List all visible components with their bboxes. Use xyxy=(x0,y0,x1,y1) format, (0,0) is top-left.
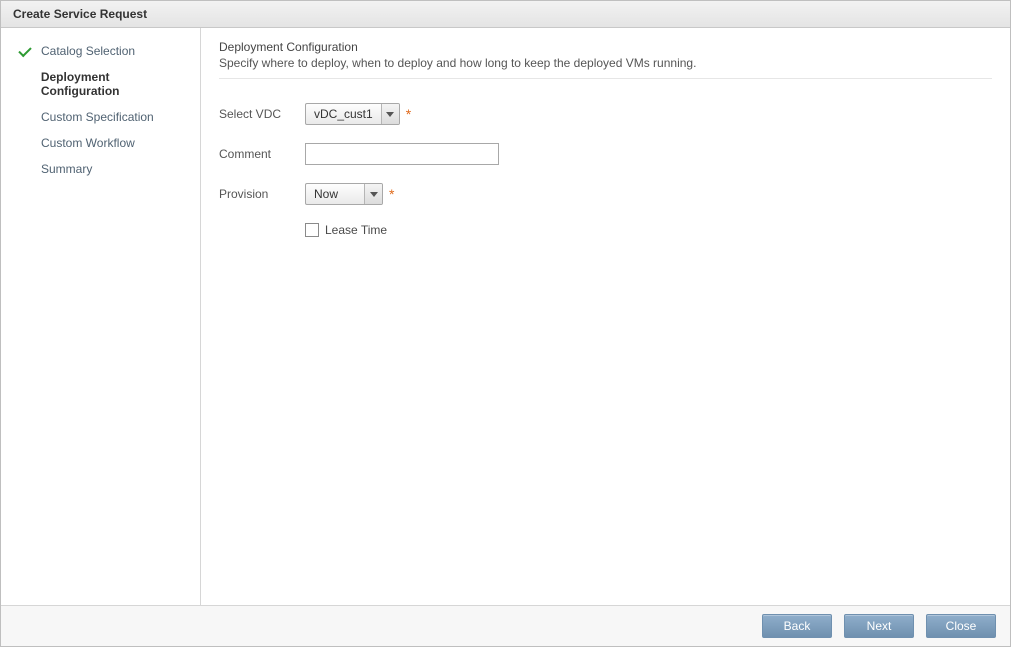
page-subtitle: Specify where to deploy, when to deploy … xyxy=(219,56,992,70)
step-label: Custom Workflow xyxy=(41,136,135,150)
step-label: Deployment Configuration xyxy=(41,70,190,98)
select-vdc-dropdown[interactable]: vDC_cust1 xyxy=(305,103,400,125)
dialog-footer: Back Next Close xyxy=(1,605,1010,646)
select-vdc-value: vDC_cust1 xyxy=(306,104,381,124)
dialog-title: Create Service Request xyxy=(1,1,1010,28)
label-select-vdc: Select VDC xyxy=(219,107,305,121)
step-deployment-configuration[interactable]: Deployment Configuration xyxy=(1,64,200,104)
row-provision: Provision Now * xyxy=(219,183,992,205)
main-panel: Deployment Configuration Specify where t… xyxy=(201,28,1010,605)
step-label: Summary xyxy=(41,162,92,176)
page-header: Deployment Configuration Specify where t… xyxy=(219,40,992,79)
step-custom-workflow[interactable]: Custom Workflow xyxy=(1,130,200,156)
label-lease-time: Lease Time xyxy=(325,223,387,237)
label-provision: Provision xyxy=(219,187,305,201)
lease-time-checkbox[interactable] xyxy=(305,223,319,237)
step-summary[interactable]: Summary xyxy=(1,156,200,182)
required-icon: * xyxy=(389,187,394,201)
required-icon: * xyxy=(406,107,411,121)
provision-dropdown[interactable]: Now xyxy=(305,183,383,205)
next-button[interactable]: Next xyxy=(844,614,914,638)
wizard-steps-sidebar: Catalog Selection Deployment Configurati… xyxy=(1,28,201,605)
step-label: Custom Specification xyxy=(41,110,154,124)
dialog-body: Catalog Selection Deployment Configurati… xyxy=(1,28,1010,605)
chevron-down-icon xyxy=(364,184,382,204)
step-custom-specification[interactable]: Custom Specification xyxy=(1,104,200,130)
label-comment: Comment xyxy=(219,147,305,161)
row-comment: Comment xyxy=(219,143,992,165)
page-title: Deployment Configuration xyxy=(219,40,992,54)
check-icon xyxy=(19,78,35,90)
row-lease-time: Lease Time xyxy=(305,223,992,237)
row-select-vdc: Select VDC vDC_cust1 * xyxy=(219,103,992,125)
check-icon xyxy=(19,137,35,149)
close-button[interactable]: Close xyxy=(926,614,996,638)
check-icon xyxy=(19,111,35,123)
check-icon xyxy=(19,163,35,175)
step-catalog-selection[interactable]: Catalog Selection xyxy=(1,38,200,64)
provision-value: Now xyxy=(306,184,364,204)
check-icon xyxy=(19,45,35,57)
create-service-request-dialog: Create Service Request Catalog Selection… xyxy=(0,0,1011,647)
chevron-down-icon xyxy=(381,104,399,124)
back-button[interactable]: Back xyxy=(762,614,832,638)
comment-input[interactable] xyxy=(305,143,499,165)
step-label: Catalog Selection xyxy=(41,44,135,58)
